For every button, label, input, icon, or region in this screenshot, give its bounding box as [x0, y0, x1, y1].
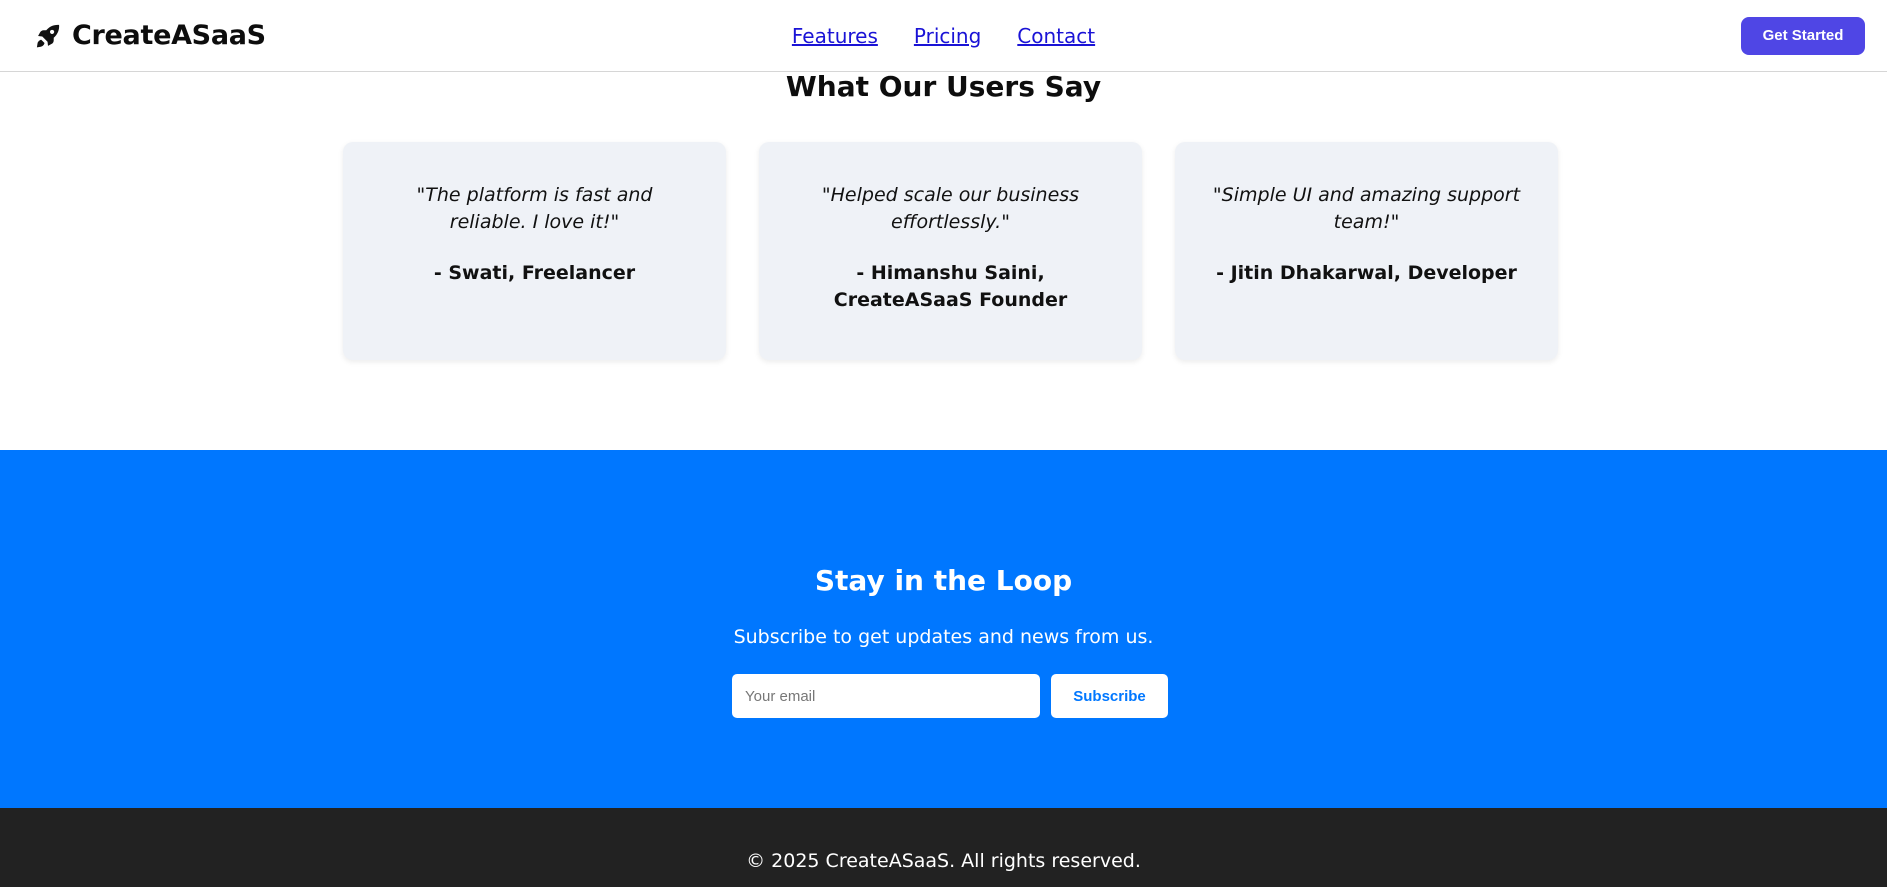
brand[interactable]: CreateASaaS	[34, 20, 266, 51]
get-started-button[interactable]: Get Started	[1741, 16, 1865, 55]
navbar: CreateASaaS Features Pricing Contact Get…	[0, 0, 1887, 72]
newsletter-title: Stay in the Loop	[814, 564, 1073, 597]
newsletter-section: Stay in the Loop Subscribe to get update…	[0, 450, 1887, 808]
testimonial-quote: "The platform is fast and reliable. I lo…	[416, 184, 653, 233]
newsletter-form: Subscribe	[732, 674, 1168, 718]
nav-link-contact[interactable]: Contact	[1017, 24, 1095, 48]
testimonials-title: What Our Users Say	[785, 70, 1102, 103]
testimonial-card: "Helped scale our business effortlessly.…	[759, 142, 1142, 360]
testimonial-quote: "Simple UI and amazing support team!"	[1212, 184, 1521, 233]
footer: © 2025 CreateASaaS. All rights reserved.	[0, 808, 1887, 887]
brand-name: CreateASaaS	[72, 20, 266, 51]
newsletter-subtitle: Subscribe to get updates and news from u…	[733, 626, 1154, 648]
testimonial-author: - Jitin Dhakarwal, Developer	[1216, 262, 1517, 284]
testimonial-author: - Himanshu Saini, CreateASaaS Founder	[833, 262, 1068, 311]
email-input[interactable]	[732, 674, 1040, 718]
nav-links: Features Pricing Contact	[792, 24, 1095, 48]
rocket-icon	[34, 22, 62, 50]
testimonials-section: What Our Users Say "The platform is fast…	[0, 72, 1887, 450]
testimonial-author: - Swati, Freelancer	[433, 262, 636, 284]
testimonial-cards: "The platform is fast and reliable. I lo…	[343, 142, 1558, 360]
testimonial-quote: "Helped scale our business effortlessly.…	[821, 184, 1080, 233]
testimonial-card: "Simple UI and amazing support team!" - …	[1175, 142, 1558, 360]
nav-link-features[interactable]: Features	[792, 24, 878, 48]
subscribe-button[interactable]: Subscribe	[1051, 674, 1168, 718]
footer-copyright: © 2025 CreateASaaS. All rights reserved.	[746, 850, 1141, 872]
testimonial-card: "The platform is fast and reliable. I lo…	[343, 142, 726, 360]
nav-link-pricing[interactable]: Pricing	[914, 24, 981, 48]
